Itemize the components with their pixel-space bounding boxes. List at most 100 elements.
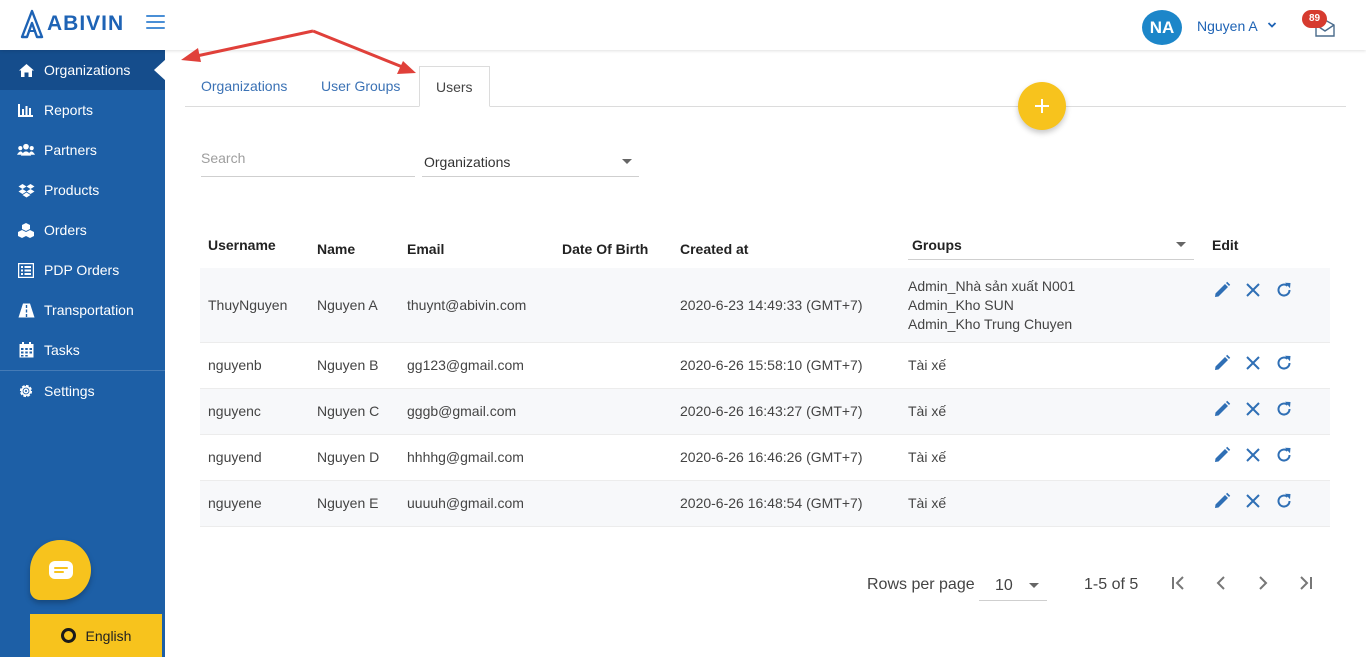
delete-icon[interactable] [1243, 280, 1263, 300]
language-icon [60, 628, 76, 643]
next-page-icon[interactable] [1254, 574, 1272, 592]
add-user-button[interactable] [1018, 82, 1066, 130]
tab-user-groups[interactable]: User Groups [305, 66, 416, 107]
cell-name: Nguyen C [317, 403, 380, 419]
cell-group: Tài xế [908, 495, 947, 511]
first-page-icon[interactable] [1170, 574, 1188, 592]
delete-icon[interactable] [1243, 445, 1263, 465]
organization-select-value: Organizations [424, 154, 511, 170]
row-actions [1212, 353, 1305, 373]
cell-username: nguyend [208, 449, 262, 465]
reset-icon[interactable] [1274, 353, 1294, 373]
chart-icon [17, 101, 35, 119]
row-actions [1212, 445, 1305, 465]
edit-icon[interactable] [1212, 399, 1232, 419]
sidebar-item-label: Transportation [44, 302, 134, 318]
edit-icon[interactable] [1212, 445, 1232, 465]
gear-icon [17, 382, 35, 400]
groups-filter-select[interactable]: Groups [908, 232, 1194, 260]
rows-per-page-label: Rows per page [867, 576, 975, 593]
sidebar-item-reports[interactable]: Reports [0, 90, 165, 130]
avatar[interactable]: NA [1142, 10, 1182, 45]
calendar-icon [17, 341, 35, 359]
cell-created: 2020-6-23 14:49:33 (GMT+7) [680, 297, 863, 313]
cell-created: 2020-6-26 15:58:10 (GMT+7) [680, 357, 863, 373]
row-actions [1212, 399, 1305, 419]
app-logo[interactable]: ABIVIN [20, 9, 124, 39]
table-row: nguyenb Nguyen B gg123@gmail.com 2020-6-… [200, 343, 1330, 389]
home-icon [17, 61, 35, 79]
previous-page-icon[interactable] [1212, 574, 1230, 592]
cell-group: Tài xế [908, 403, 947, 419]
app-logo-text: ABIVIN [47, 12, 125, 35]
sidebar-item-label: Organizations [44, 62, 131, 78]
organization-select[interactable]: Organizations [422, 148, 639, 177]
table-row: nguyene Nguyen E uuuuh@gmail.com 2020-6-… [200, 481, 1330, 527]
cell-email: hhhhg@gmail.com [407, 449, 524, 465]
notification-badge: 89 [1302, 10, 1327, 28]
caret-down-icon [1029, 583, 1039, 588]
sidebar: Organizations Reports Partners Products … [0, 50, 166, 657]
row-actions [1212, 491, 1305, 511]
dropbox-icon [17, 181, 35, 199]
last-page-icon[interactable] [1296, 574, 1314, 592]
cell-email: gggb@gmail.com [407, 403, 517, 419]
cell-username: nguyene [208, 495, 262, 511]
cell-created: 2020-6-26 16:43:27 (GMT+7) [680, 403, 863, 419]
language-button[interactable]: English [30, 614, 162, 657]
cell-name: Nguyen E [317, 495, 379, 511]
delete-icon[interactable] [1243, 353, 1263, 373]
cell-username: nguyenb [208, 357, 262, 373]
chevron-down-icon[interactable] [1266, 19, 1278, 31]
rows-per-page-value: 10 [995, 577, 1013, 594]
edit-icon[interactable] [1212, 491, 1232, 511]
sidebar-item-orders[interactable]: Orders [0, 210, 165, 250]
chat-button[interactable] [30, 540, 91, 600]
cell-created: 2020-6-26 16:46:26 (GMT+7) [680, 449, 863, 465]
pagination-range: 1-5 of 5 [1084, 576, 1139, 593]
cell-group: Tài xế [908, 357, 947, 373]
reset-icon[interactable] [1274, 280, 1294, 300]
cell-group: Admin_Nhà sản xuất N001 [908, 278, 1076, 294]
sidebar-item-pdp-orders[interactable]: PDP Orders [0, 250, 165, 290]
sidebar-item-label: Orders [44, 222, 87, 238]
tab-users[interactable]: Users [419, 66, 490, 107]
table-row: nguyenc Nguyen C gggb@gmail.com 2020-6-2… [200, 389, 1330, 435]
sidebar-item-label: Settings [44, 383, 95, 399]
tab-bar: Organizations User Groups Users [185, 66, 1346, 107]
chat-icon [48, 561, 73, 579]
cell-username: nguyenc [208, 403, 261, 419]
search-input[interactable] [201, 145, 415, 177]
row-actions [1212, 280, 1305, 300]
sidebar-item-label: Partners [44, 142, 97, 158]
sidebar-item-label: Products [44, 182, 100, 198]
sidebar-item-products[interactable]: Products [0, 170, 165, 210]
edit-icon[interactable] [1212, 353, 1232, 373]
edit-icon[interactable] [1212, 280, 1232, 300]
cell-created: 2020-6-26 16:48:54 (GMT+7) [680, 495, 863, 511]
cell-name: Nguyen B [317, 357, 379, 373]
sidebar-item-tasks[interactable]: Tasks [0, 330, 165, 370]
tab-organizations[interactable]: Organizations [185, 66, 303, 107]
column-header-username: Username [208, 237, 276, 253]
delete-icon[interactable] [1243, 491, 1263, 511]
abivin-logo-icon [20, 9, 44, 39]
column-header-edit: Edit [1212, 237, 1239, 253]
cell-group: Admin_Kho Trung Chuyen [908, 316, 1073, 332]
reset-icon[interactable] [1274, 491, 1294, 511]
delete-icon[interactable] [1243, 399, 1263, 419]
cell-username: ThuyNguyen [208, 297, 288, 313]
user-name[interactable]: Nguyen A [1197, 18, 1258, 34]
reset-icon[interactable] [1274, 445, 1294, 465]
sidebar-item-settings[interactable]: Settings [0, 371, 165, 411]
caret-down-icon [622, 159, 632, 164]
cell-group: Admin_Kho SUN [908, 297, 1014, 313]
sidebar-item-organizations[interactable]: Organizations [0, 50, 166, 90]
rows-per-page-select[interactable]: 10 [979, 572, 1047, 601]
caret-down-icon [1176, 242, 1186, 247]
reset-icon[interactable] [1274, 399, 1294, 419]
list-icon [17, 261, 35, 279]
sidebar-item-transportation[interactable]: Transportation [0, 290, 165, 330]
sidebar-item-partners[interactable]: Partners [0, 130, 165, 170]
menu-toggle-icon[interactable] [146, 15, 165, 31]
